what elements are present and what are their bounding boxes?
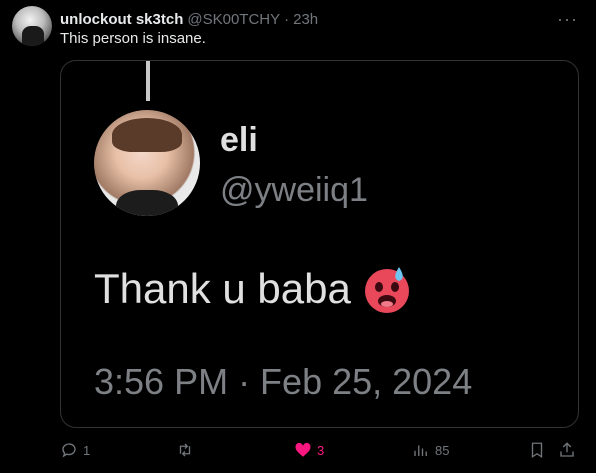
share-icon xyxy=(560,442,574,457)
separator-dot: · xyxy=(284,10,290,28)
quoted-avatar xyxy=(94,110,200,216)
quoted-handle: @yweiiq1 xyxy=(220,171,368,209)
hot-face-emoji-icon xyxy=(361,263,413,315)
quoted-text: Thank u baba xyxy=(94,265,351,312)
action-bar: 1 3 85 xyxy=(60,438,580,462)
author-handle[interactable]: @SK00TCHY xyxy=(187,11,280,28)
retweet-icon xyxy=(179,443,191,457)
author-avatar[interactable] xyxy=(12,6,52,46)
heart-icon xyxy=(295,442,311,457)
view-count: 85 xyxy=(435,442,450,458)
reply-count: 1 xyxy=(83,442,91,458)
author-name[interactable]: unlockout sk3tch xyxy=(60,11,183,28)
more-options-icon[interactable]: ··· xyxy=(557,9,578,30)
bookmark-icon xyxy=(531,442,543,459)
quoted-post-image[interactable]: eli @yweiiq1 Thank u baba 3:56 PM · Feb … xyxy=(60,60,579,428)
reply-icon xyxy=(62,443,76,458)
thread-line xyxy=(146,61,150,101)
quoted-timestamp: 3:56 PM · Feb 25, 2024 xyxy=(94,361,473,402)
like-button[interactable]: 3 xyxy=(294,441,324,459)
quoted-name: eli xyxy=(220,121,258,159)
quoted-text-row: Thank u baba xyxy=(94,263,413,315)
post-time[interactable]: 23h xyxy=(293,11,318,28)
like-count: 3 xyxy=(317,442,325,458)
share-button[interactable] xyxy=(558,441,576,459)
bookmark-button[interactable] xyxy=(528,441,546,459)
post-header: unlockout sk3tch @SK00TCHY · 23h xyxy=(60,9,576,29)
views-chart-icon xyxy=(414,445,427,456)
reply-button[interactable]: 1 xyxy=(60,441,90,459)
retweet-button[interactable] xyxy=(176,441,199,459)
post-text: This person is insane. xyxy=(60,30,206,47)
views-button[interactable]: 85 xyxy=(412,441,449,459)
